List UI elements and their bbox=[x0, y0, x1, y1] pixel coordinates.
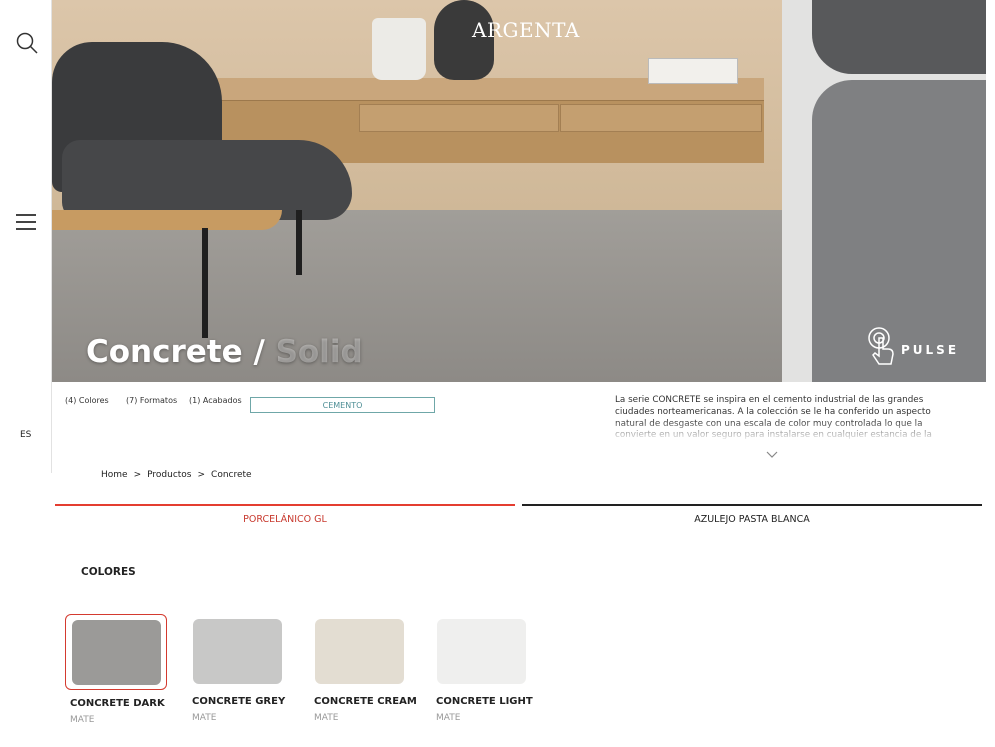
swatch-frame bbox=[309, 614, 409, 688]
color-card-grey[interactable]: CONCRETE GREY MATE bbox=[187, 614, 291, 723]
swatch-frame bbox=[187, 614, 287, 688]
color-card-cream[interactable]: CONCRETE CREAM MATE bbox=[309, 614, 417, 723]
hero-chair-leg bbox=[296, 210, 302, 275]
breadcrumb-home[interactable]: Home bbox=[101, 470, 128, 480]
tab-porcelanico[interactable]: PORCELÁNICO GL bbox=[55, 504, 515, 526]
hero-pillow bbox=[812, 0, 986, 74]
tab-porcelanico-label: PORCELÁNICO GL bbox=[243, 514, 327, 525]
tab-acabados[interactable]: (1) Acabados bbox=[189, 396, 242, 405]
hamburger-menu-icon[interactable] bbox=[16, 214, 36, 230]
tab-azulejo[interactable]: AZULEJO PASTA BLANCA bbox=[522, 504, 982, 526]
color-name: CONCRETE LIGHT bbox=[436, 696, 533, 707]
hero-drawer bbox=[560, 104, 762, 132]
pulse-badge[interactable]: PULSE bbox=[867, 326, 959, 374]
color-swatch bbox=[314, 618, 404, 684]
color-swatch bbox=[71, 619, 161, 685]
hero-chair-seat bbox=[62, 140, 352, 220]
hero-books bbox=[648, 58, 738, 84]
color-swatch bbox=[192, 618, 282, 684]
title-main: Concrete / bbox=[86, 334, 265, 370]
breadcrumb-separator: > bbox=[197, 470, 206, 480]
color-finish: MATE bbox=[436, 713, 461, 723]
color-card-light[interactable]: CONCRETE LIGHT MATE bbox=[431, 614, 535, 723]
language-selector[interactable]: ES bbox=[20, 430, 31, 440]
breadcrumb-separator: > bbox=[133, 470, 142, 480]
hero-chair-frame bbox=[52, 210, 282, 230]
colors-heading: COLORES bbox=[81, 566, 136, 578]
hand-touch-icon bbox=[867, 326, 895, 374]
swatch-frame bbox=[65, 614, 167, 690]
color-finish: MATE bbox=[70, 715, 95, 725]
description-fade bbox=[615, 420, 955, 442]
color-name: CONCRETE CREAM bbox=[314, 696, 417, 707]
breadcrumb: Home > Productos > Concrete bbox=[101, 470, 252, 480]
breadcrumb-current: Concrete bbox=[211, 470, 252, 480]
search-icon[interactable] bbox=[15, 31, 39, 55]
brand-logo[interactable]: ARGENTA bbox=[472, 18, 580, 42]
color-finish: MATE bbox=[192, 713, 217, 723]
title-sub: Solid bbox=[275, 334, 363, 370]
hero-vase bbox=[372, 18, 426, 80]
page-title: Concrete / Solid bbox=[86, 334, 363, 370]
pulse-label: PULSE bbox=[901, 343, 960, 357]
color-card-dark[interactable]: CONCRETE DARK MATE bbox=[65, 614, 169, 725]
hero-drawer bbox=[359, 104, 559, 132]
sidebar: ES bbox=[0, 0, 52, 473]
color-name: CONCRETE GREY bbox=[192, 696, 286, 707]
color-finish: MATE bbox=[314, 713, 339, 723]
tab-colores[interactable]: (4) Colores bbox=[65, 396, 109, 405]
breadcrumb-productos[interactable]: Productos bbox=[147, 470, 191, 480]
swatch-frame bbox=[431, 614, 531, 688]
tab-azulejo-label: AZULEJO PASTA BLANCA bbox=[694, 514, 810, 525]
tab-formatos[interactable]: (7) Formatos bbox=[126, 396, 177, 405]
category-tag[interactable]: CEMENTO bbox=[250, 397, 435, 413]
hero-chair-leg bbox=[202, 228, 208, 338]
color-name: CONCRETE DARK bbox=[70, 698, 165, 709]
chevron-down-icon[interactable] bbox=[766, 444, 778, 458]
hero-banner: ARGENTA Concrete / Solid PULSE bbox=[52, 0, 986, 382]
color-swatch bbox=[436, 618, 526, 684]
